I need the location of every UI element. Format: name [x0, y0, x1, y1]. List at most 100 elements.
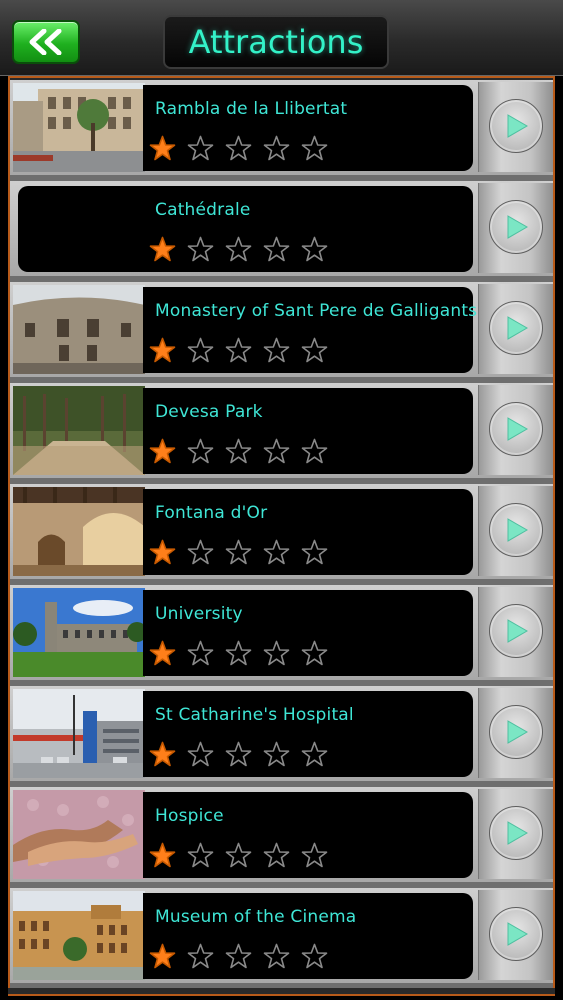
double-chevron-left-icon: [29, 29, 62, 55]
star-empty-icon: [263, 337, 290, 363]
rating-stars: [149, 741, 328, 768]
list-item[interactable]: Rambla de la Llibertat: [10, 80, 553, 181]
open-detail-button[interactable]: [489, 99, 543, 153]
list-item[interactable]: University: [10, 585, 553, 686]
page-title: Attractions: [163, 15, 389, 69]
rating-stars: [149, 236, 328, 263]
star-empty-icon: [301, 236, 328, 262]
star-empty-icon: [187, 539, 214, 565]
attraction-thumbnail: [13, 891, 145, 980]
attraction-name: Devesa Park: [155, 402, 263, 422]
open-detail-button[interactable]: [489, 402, 543, 456]
star-empty-icon: [301, 943, 328, 969]
list-item[interactable]: Cathédrale: [10, 181, 553, 282]
row-action-area: [478, 82, 553, 172]
row-action-area: [478, 789, 553, 879]
star-empty-icon: [225, 539, 252, 565]
star-empty-icon: [301, 438, 328, 464]
star-empty-icon: [263, 236, 290, 262]
play-arrow-icon: [507, 821, 528, 845]
rating-stars: [149, 135, 328, 162]
attraction-info: Museum of the Cinema: [143, 893, 473, 979]
attraction-name: Rambla de la Llibertat: [155, 99, 348, 119]
star-filled-icon: [149, 741, 176, 767]
star-empty-icon: [263, 438, 290, 464]
play-arrow-icon: [507, 619, 528, 643]
play-arrow-icon: [507, 316, 528, 340]
star-empty-icon: [187, 135, 214, 161]
open-detail-button[interactable]: [489, 200, 543, 254]
star-filled-icon: [149, 337, 176, 363]
play-arrow-icon: [507, 720, 528, 744]
back-button[interactable]: [12, 20, 80, 64]
open-detail-button[interactable]: [489, 907, 543, 961]
open-detail-button[interactable]: [489, 503, 543, 557]
star-empty-icon: [225, 337, 252, 363]
play-arrow-icon: [507, 215, 528, 239]
star-empty-icon: [263, 943, 290, 969]
star-empty-icon: [301, 741, 328, 767]
list-item[interactable]: Devesa Park: [10, 383, 553, 484]
attraction-info: Rambla de la Llibertat: [143, 85, 473, 171]
rating-stars: [149, 539, 328, 566]
row-action-area: [478, 688, 553, 778]
list-item[interactable]: Fontana d'Or: [10, 484, 553, 585]
list-item[interactable]: Hospice: [10, 787, 553, 888]
star-empty-icon: [225, 236, 252, 262]
attraction-name: Cathédrale: [155, 200, 251, 220]
star-filled-icon: [149, 236, 176, 262]
rating-stars: [149, 842, 328, 869]
attraction-info: St Catharine's Hospital: [143, 691, 473, 777]
star-empty-icon: [187, 842, 214, 868]
star-empty-icon: [301, 337, 328, 363]
attraction-thumbnail: [13, 689, 145, 778]
star-filled-icon: [149, 842, 176, 868]
star-empty-icon: [301, 842, 328, 868]
attraction-name: Monastery of Sant Pere de Galligants: [155, 301, 478, 321]
top-bar: Attractions: [0, 0, 563, 76]
attraction-name: St Catharine's Hospital: [155, 705, 354, 725]
attraction-info: University: [143, 590, 473, 676]
star-empty-icon: [225, 943, 252, 969]
play-arrow-icon: [507, 114, 528, 138]
list-item[interactable]: Museum of the Cinema: [10, 888, 553, 989]
star-filled-icon: [149, 640, 176, 666]
list-item[interactable]: Monastery of Sant Pere de Galligants: [10, 282, 553, 383]
row-action-area: [478, 890, 553, 980]
attraction-thumbnail: [13, 487, 145, 576]
star-empty-icon: [263, 135, 290, 161]
row-action-area: [478, 284, 553, 374]
attraction-name: Hospice: [155, 806, 224, 826]
row-action-area: [478, 486, 553, 576]
row-action-area: [478, 385, 553, 475]
star-empty-icon: [301, 539, 328, 565]
star-filled-icon: [149, 135, 176, 161]
star-empty-icon: [187, 943, 214, 969]
row-action-area: [478, 183, 553, 273]
row-action-area: [478, 587, 553, 677]
star-filled-icon: [149, 438, 176, 464]
star-empty-icon: [263, 842, 290, 868]
attraction-name: University: [155, 604, 243, 624]
star-empty-icon: [301, 640, 328, 666]
star-empty-icon: [263, 741, 290, 767]
attraction-info: Monastery of Sant Pere de Galligants: [143, 287, 477, 373]
play-arrow-icon: [507, 417, 528, 441]
open-detail-button[interactable]: [489, 301, 543, 355]
list-bottom-border: [8, 988, 555, 996]
star-empty-icon: [225, 741, 252, 767]
attraction-info: Cathédrale: [18, 186, 473, 272]
list-item[interactable]: St Catharine's Hospital: [10, 686, 553, 787]
open-detail-button[interactable]: [489, 705, 543, 759]
star-empty-icon: [225, 842, 252, 868]
attraction-info: Hospice: [143, 792, 473, 878]
attraction-thumbnail: [13, 790, 145, 879]
play-arrow-icon: [507, 518, 528, 542]
star-filled-icon: [149, 539, 176, 565]
star-empty-icon: [187, 438, 214, 464]
star-empty-icon: [225, 438, 252, 464]
attraction-thumbnail: [13, 588, 145, 677]
open-detail-button[interactable]: [489, 806, 543, 860]
attraction-thumbnail: [13, 285, 145, 374]
open-detail-button[interactable]: [489, 604, 543, 658]
